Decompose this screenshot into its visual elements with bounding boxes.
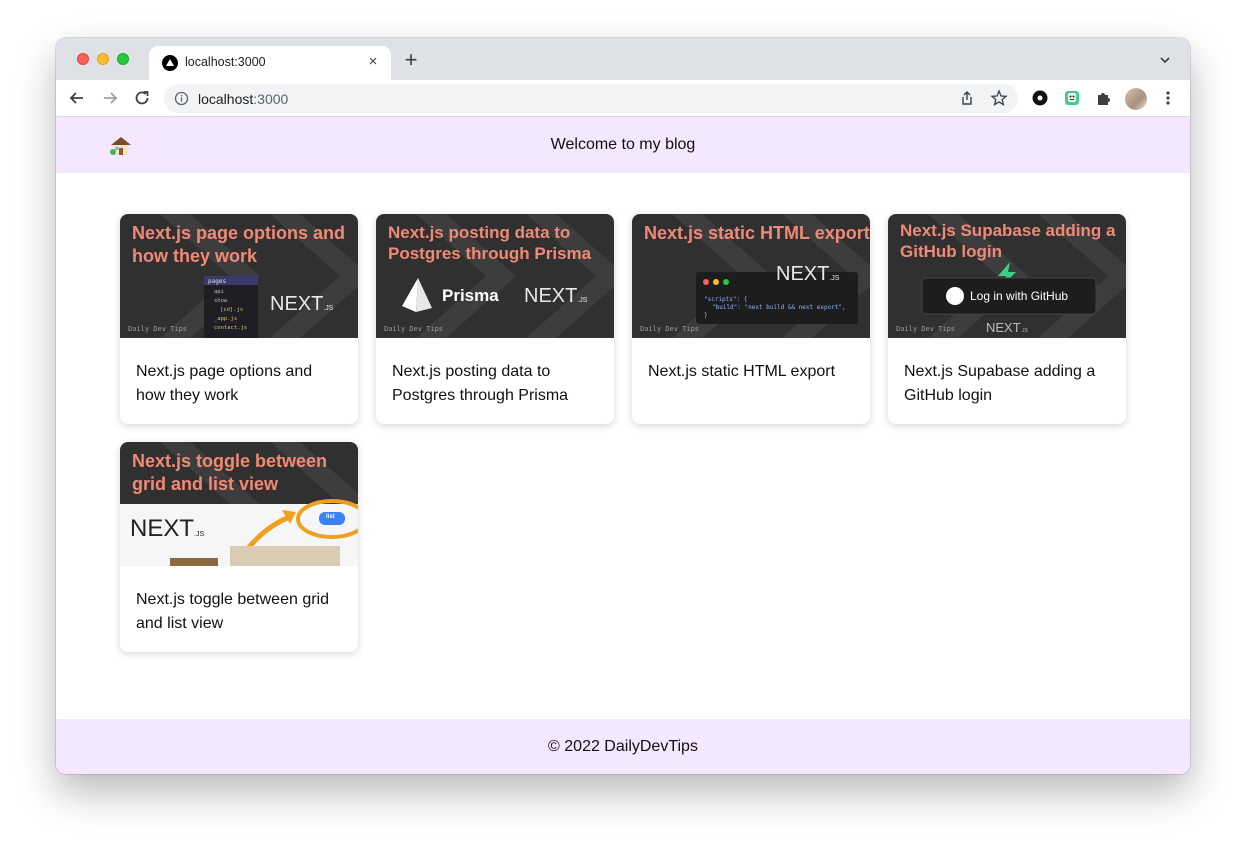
post-title[interactable]: Next.js toggle between grid and list vie…: [120, 566, 358, 652]
thumbnail-footer: Daily Dev Tips: [896, 325, 956, 333]
extension-circle-icon[interactable]: [1031, 89, 1049, 107]
url-text[interactable]: localhost:3000: [198, 91, 288, 107]
browser-tab[interactable]: localhost:3000 ×: [149, 46, 391, 80]
tab-search-chevron-icon[interactable]: [1157, 52, 1173, 68]
post-title[interactable]: Next.js posting data to Postgres through…: [376, 338, 614, 424]
zoom-window-button[interactable]: [117, 53, 129, 65]
prisma-brand-text: Prisma: [442, 286, 499, 305]
post-title[interactable]: Next.js page options and how they work: [120, 338, 358, 424]
bookmark-star-icon[interactable]: [990, 89, 1008, 107]
menu-icon[interactable]: [1160, 89, 1176, 107]
thumbnail-title: Next.js posting data to Postgres through…: [388, 223, 592, 263]
tab-title: localhost:3000: [185, 55, 266, 69]
code-snippet: "scripts": { "build": "next build && nex…: [704, 296, 846, 320]
minimize-window-button[interactable]: [97, 53, 109, 65]
tab-close-button[interactable]: ×: [365, 54, 381, 70]
site-info-icon[interactable]: [174, 91, 189, 106]
post-title[interactable]: Next.js Supabase adding a GitHub login: [888, 338, 1126, 424]
puzzle-icon[interactable]: [1095, 89, 1113, 107]
post-thumbnail: NEXT.JS Next.js posting data to Postgres…: [376, 214, 614, 338]
url-port: :3000: [253, 91, 289, 107]
site-header: Welcome to my blog: [56, 117, 1190, 173]
post-thumbnail: NEXT.JS Next.js static HTML export "scri…: [632, 214, 870, 338]
new-tab-button[interactable]: +: [400, 49, 422, 71]
nextjs-favicon-icon: [162, 55, 178, 71]
svg-text:contact.js: contact.js: [214, 325, 247, 331]
post-card[interactable]: NEXT.JS Next.js static HTML export "scri…: [632, 214, 870, 424]
extension-face-icon[interactable]: [1063, 89, 1081, 107]
svg-text:pages: pages: [208, 278, 226, 285]
code-line: "build": "next build && next export",: [712, 304, 846, 311]
post-card[interactable]: NEXT.JS Next.js Supabase adding a GitHub…: [888, 214, 1126, 424]
github-login-label: Log in with GitHub: [970, 289, 1069, 303]
thumbnail-footer: Daily Dev Tips: [640, 325, 700, 333]
thumbnail-title: Next.js static HTML export: [644, 223, 870, 243]
file-tree-icon: pages api show [id].js _app.js contact.j…: [204, 276, 258, 331]
page-viewport: Welcome to my blog NEXT.JS Next.js page …: [56, 117, 1190, 774]
code-line: "scripts": {: [704, 296, 748, 303]
svg-text:NEXT.JS: NEXT.JS: [986, 320, 1029, 335]
thumbnail-footer: Daily Dev Tips: [384, 325, 444, 333]
svg-text:[id].js: [id].js: [220, 307, 243, 313]
browser-window: localhost:3000 × + localhost:3000 Welcom…: [56, 38, 1190, 774]
site-title: Welcome to my blog: [550, 136, 696, 153]
svg-text:NEXT.JS: NEXT.JS: [130, 515, 204, 542]
post-card[interactable]: NEXT.JS Next.js toggle between grid and …: [120, 442, 358, 652]
browser-toolbar: localhost:3000: [56, 80, 1190, 117]
svg-text:show: show: [214, 298, 228, 304]
reload-icon[interactable]: [131, 87, 153, 109]
post-thumbnail: NEXT.JS Next.js toggle between grid and …: [120, 442, 358, 566]
thumbnail-footer: Daily Dev Tips: [128, 325, 188, 333]
svg-text:api: api: [214, 289, 224, 295]
footer-copyright: © 2022 DailyDevTips: [548, 738, 698, 755]
forward-icon[interactable]: [99, 87, 121, 109]
share-icon[interactable]: [959, 90, 975, 106]
tab-strip: localhost:3000 × +: [56, 38, 1190, 80]
thumbnail-title: Next.js Supabase adding a GitHub login: [900, 221, 1116, 261]
site-footer: © 2022 DailyDevTips: [56, 719, 1190, 774]
post-card[interactable]: NEXT.JS Next.js posting data to Postgres…: [376, 214, 614, 424]
post-title[interactable]: Next.js static HTML export: [632, 338, 870, 424]
url-host: localhost: [198, 91, 254, 107]
post-thumbnail: NEXT.JS Next.js page options and how the…: [120, 214, 358, 338]
avatar[interactable]: [1125, 88, 1147, 110]
list-toggle-badge: list: [326, 514, 335, 520]
address-bar[interactable]: localhost:3000: [164, 84, 1018, 113]
thumbnail-title: Next.js page options and how they work: [132, 223, 346, 266]
svg-text:_app.js: _app.js: [214, 316, 237, 322]
close-window-button[interactable]: [77, 53, 89, 65]
thumbnail-title: Next.js toggle between grid and list vie…: [132, 451, 328, 494]
post-thumbnail: NEXT.JS Next.js Supabase adding a GitHub…: [888, 214, 1126, 338]
code-line: }: [704, 312, 708, 319]
post-card[interactable]: NEXT.JS Next.js page options and how the…: [120, 214, 358, 424]
back-icon[interactable]: [66, 87, 88, 109]
